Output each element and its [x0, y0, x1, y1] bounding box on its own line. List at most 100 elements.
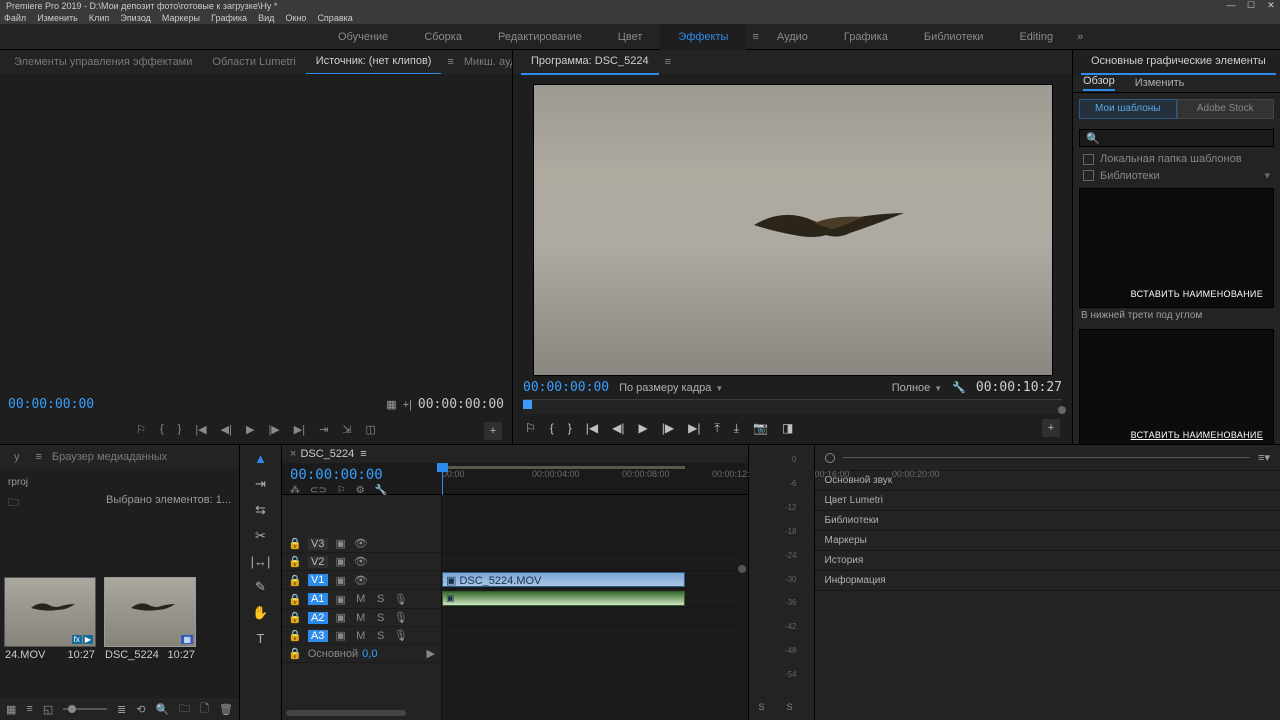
media-zoom-slider[interactable] — [63, 708, 107, 710]
tl-hscroll[interactable] — [286, 710, 728, 716]
v1-lock[interactable]: 🔒 — [288, 574, 302, 587]
go-out-icon[interactable]: ▶| — [294, 423, 305, 436]
v2-lock[interactable]: 🔒 — [288, 555, 302, 568]
a1-target[interactable]: A1 — [308, 593, 328, 605]
v1-target[interactable]: V1 — [308, 574, 328, 586]
a2-solo[interactable]: S — [374, 612, 388, 624]
egp-template-2[interactable]: ВСТАВИТЬ НАИМЕНОВАНИЕ — [1079, 329, 1274, 444]
p-compare-icon[interactable]: ◨ — [782, 421, 793, 435]
main-track[interactable]: Основной0,0 — [308, 648, 378, 660]
egp-align-icon[interactable]: ≡▾ — [1258, 451, 1270, 464]
p-out-icon[interactable]: } — [568, 421, 572, 435]
v1-eye[interactable]: 👁 — [354, 574, 368, 587]
tab-essential-sound[interactable]: Основной звук — [815, 471, 1280, 491]
ripple-tool-icon[interactable]: ⇆ — [251, 502, 271, 518]
p-step-back-icon[interactable]: ◀| — [612, 421, 624, 435]
a3-target[interactable]: A3 — [308, 630, 328, 642]
clip-v1[interactable]: ▣ DSC_5224.MOV — [442, 572, 685, 587]
tab-lumetri-scopes[interactable]: Области Lumetri — [202, 50, 305, 74]
a2-rec[interactable]: 🎙 — [394, 611, 408, 624]
v3-lock[interactable]: 🔒 — [288, 537, 302, 550]
ws-assembly[interactable]: Сборка — [406, 24, 480, 50]
ws-learning[interactable]: Обучение — [320, 24, 406, 50]
wrench-icon[interactable]: 🔧 — [952, 381, 966, 394]
type-tool-icon[interactable]: T — [251, 631, 271, 646]
menu-markers[interactable]: Маркеры — [162, 13, 200, 23]
egp-tab-edit[interactable]: Изменить — [1135, 77, 1185, 89]
timeline-ruler[interactable]: 00:00 00:00:04:00 00:00:08:00 00:00:12:0… — [442, 463, 748, 494]
p-step-fwd-icon[interactable]: |▶ — [662, 421, 674, 435]
selection-tool-icon[interactable]: ▲ — [251, 451, 271, 466]
source-toggle-icon[interactable]: ▦ — [386, 398, 396, 411]
p-in-icon[interactable]: { — [550, 421, 554, 435]
razor-tool-icon[interactable]: ✂ — [251, 528, 271, 544]
v2-target[interactable]: V2 — [308, 556, 328, 568]
source-add-icon[interactable]: +| — [403, 399, 412, 411]
step-back-icon[interactable]: ◀| — [221, 423, 232, 436]
menu-graphics[interactable]: Графика — [211, 13, 247, 23]
pen-tool-icon[interactable]: ✎ — [251, 579, 271, 595]
export-frame-icon[interactable]: ◫ — [366, 423, 376, 436]
program-tc-in[interactable]: 00:00:00:00 — [523, 380, 609, 395]
ws-audio[interactable]: Аудио — [759, 24, 826, 50]
a1-mute[interactable]: M — [354, 593, 368, 605]
tab-audio-clip-mixer[interactable]: Микш. аудиоклипа: DSC_5224 — [454, 50, 512, 74]
egp-libs-caret[interactable]: ▾ — [1264, 169, 1270, 182]
v2-eye[interactable]: 👁 — [354, 555, 368, 568]
ws-editing-ru[interactable]: Редактирование — [480, 24, 600, 50]
overwrite-icon[interactable]: ⇲ — [342, 423, 351, 436]
program-ruler[interactable] — [523, 399, 1062, 414]
a2-target[interactable]: A2 — [308, 612, 328, 624]
tab-lumetri-color[interactable]: Цвет Lumetri — [815, 491, 1280, 511]
hand-tool-icon[interactable]: ✋ — [251, 605, 271, 621]
tab-markers[interactable]: Маркеры — [815, 531, 1280, 551]
timeline-tc[interactable]: 00:00:00:00 — [290, 467, 434, 483]
menu-view[interactable]: Вид — [258, 13, 274, 23]
clip-a1[interactable]: ▣ — [442, 591, 685, 606]
resolution-dropdown[interactable]: Полное▼ — [892, 382, 942, 394]
egp-tab-browse[interactable]: Обзор — [1083, 75, 1115, 91]
media-search-icon[interactable]: 🔍 — [155, 703, 169, 716]
timeline-seq-menu[interactable]: ≡ — [360, 448, 366, 460]
tab-info[interactable]: Информация — [815, 571, 1280, 591]
p-play-icon[interactable]: ▶ — [639, 421, 648, 435]
marker-icon[interactable]: ⚐ — [136, 423, 146, 436]
tab-history[interactable]: История — [815, 551, 1280, 571]
track-select-tool-icon[interactable]: ⇥ — [251, 476, 271, 492]
main-out-icon[interactable]: ▶ — [427, 647, 435, 660]
tab-y[interactable]: y — [4, 445, 30, 469]
media-bin-icon[interactable]: 🗀 — [179, 700, 190, 719]
v3-eye[interactable]: 👁 — [354, 537, 368, 550]
step-fwd-icon[interactable]: |▶ — [268, 423, 279, 436]
tab-effect-controls[interactable]: Элементы управления эффектами — [4, 50, 202, 74]
menu-window[interactable]: Окно — [285, 13, 306, 23]
p-extract-icon[interactable]: ⤓ — [734, 421, 739, 436]
ws-libraries[interactable]: Библиотеки — [906, 24, 1002, 50]
menu-sequence[interactable]: Эпизод — [120, 13, 150, 23]
egp-search[interactable]: 🔍 — [1079, 129, 1274, 147]
media-folder-icon[interactable]: 🗀 — [8, 497, 19, 509]
tl-vscroll[interactable] — [738, 495, 746, 704]
win-min[interactable]: — — [1224, 0, 1238, 12]
media-new-icon[interactable]: ▦ — [6, 703, 16, 716]
fit-dropdown[interactable]: По размеру кадра▼ — [619, 382, 723, 394]
media-item-2[interactable]: ▦ DSC_522410:27 — [104, 577, 196, 663]
tab-media-browser[interactable]: Браузер медиаданных — [42, 445, 177, 469]
program-monitor[interactable] — [533, 84, 1053, 376]
a2-lock[interactable]: 🔒 — [288, 611, 302, 624]
go-in-icon[interactable]: |◀ — [195, 423, 206, 436]
insert-icon[interactable]: ⇥ — [319, 423, 328, 436]
menu-clip[interactable]: Клип — [89, 13, 109, 23]
ws-editing-en[interactable]: Editing — [1001, 24, 1071, 50]
media-trash-icon[interactable]: 🗑 — [219, 703, 233, 716]
a3-solo[interactable]: S — [374, 630, 388, 642]
p-go-out-icon[interactable]: ▶| — [688, 421, 700, 435]
a3-sync[interactable]: ▣ — [334, 629, 348, 642]
source-add-button[interactable]: + — [484, 422, 502, 440]
out-point-icon[interactable]: } — [178, 423, 182, 435]
slip-tool-icon[interactable]: |↔| — [251, 554, 271, 569]
program-zoom-knob[interactable] — [1058, 406, 1066, 414]
ws-overflow-icon[interactable]: » — [1077, 31, 1083, 43]
v3-target[interactable]: V3 — [308, 538, 328, 550]
egp-my-templates[interactable]: Мои шаблоны — [1079, 99, 1177, 119]
